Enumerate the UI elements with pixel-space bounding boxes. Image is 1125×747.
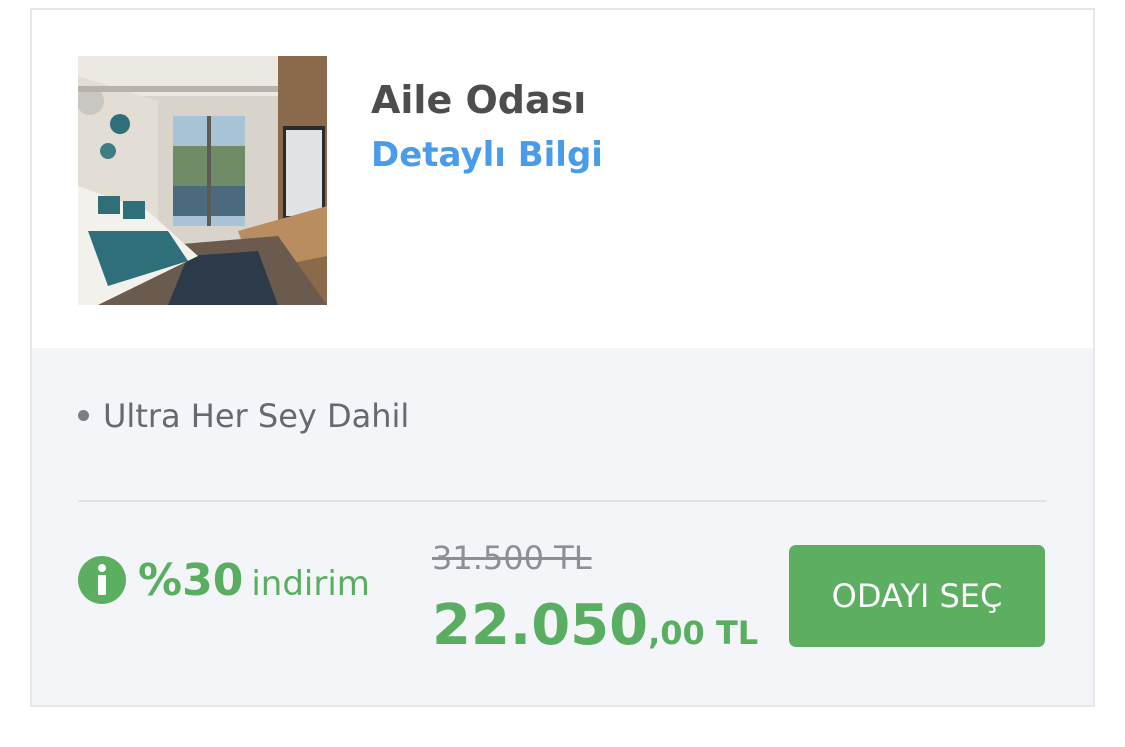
current-price: 22.050,00 TL xyxy=(432,594,758,671)
select-room-button[interactable]: ODAYI SEÇ xyxy=(789,545,1045,647)
info-icon[interactable] xyxy=(78,556,126,604)
room-photo[interactable] xyxy=(78,56,327,305)
room-offer-panel: Ultra Her Sey Dahil %30 indirim 31.500 TL… xyxy=(32,348,1093,705)
detail-info-link[interactable]: Detaylı Bilgi xyxy=(371,133,603,177)
bullet-icon xyxy=(78,409,89,421)
divider xyxy=(78,500,1046,502)
discount-percent: %30 xyxy=(138,555,244,606)
room-card: Aile Odası Detaylı Bilgi Ultra Her Sey D… xyxy=(30,8,1095,707)
feature-label: Ultra Her Sey Dahil xyxy=(103,397,410,435)
discount-word: indirim xyxy=(251,564,370,604)
price-main: 22.050 xyxy=(432,593,649,658)
price-cents: ,00 TL xyxy=(648,614,759,652)
feature-item: Ultra Her Sey Dahil xyxy=(78,394,409,438)
discount-label: %30 indirim xyxy=(138,555,370,616)
old-price: 31.500 TL xyxy=(432,539,592,577)
room-title: Aile Odası xyxy=(371,78,587,122)
room-header: Aile Odası Detaylı Bilgi xyxy=(32,10,1093,348)
